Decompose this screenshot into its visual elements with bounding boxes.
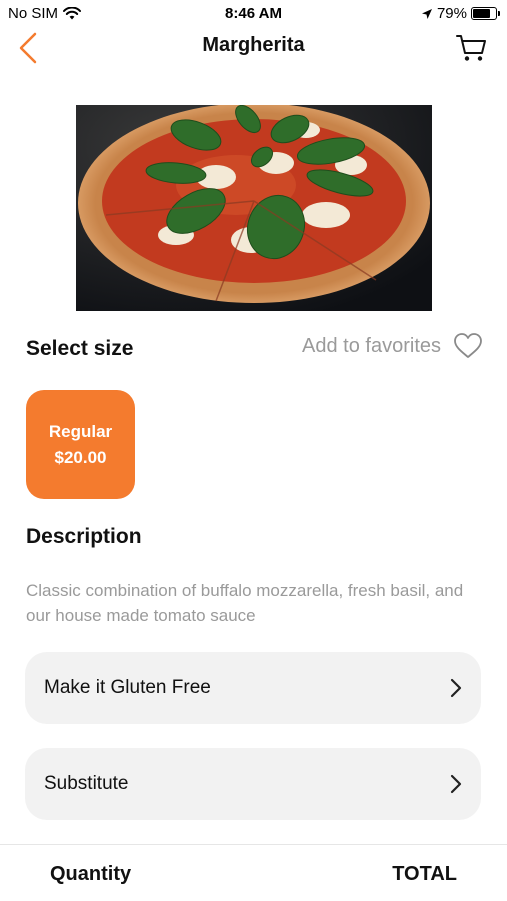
heart-icon xyxy=(454,333,482,358)
pizza-illustration xyxy=(76,105,432,311)
chevron-right-icon xyxy=(450,774,462,794)
chevron-right-icon xyxy=(450,678,462,698)
battery-percent: 79% xyxy=(436,5,467,22)
quantity-label: Quantity xyxy=(50,863,132,885)
size-price: $20.00 xyxy=(54,447,107,467)
battery-icon xyxy=(471,7,500,20)
description-text: Classic combination of buffalo mozzarell… xyxy=(26,581,464,625)
add-to-favorites-button[interactable]: Add to favorites xyxy=(302,332,483,360)
substitute-option[interactable]: Substitute xyxy=(25,748,481,820)
status-bar: No SIM 8:46 AM 79% xyxy=(0,0,507,28)
favorites-label: Add to favorites xyxy=(302,334,441,357)
cart-button[interactable] xyxy=(455,30,489,64)
description-heading: Description xyxy=(26,525,142,548)
location-arrow-icon xyxy=(421,8,432,19)
select-size-heading: Select size xyxy=(26,337,134,360)
cart-icon xyxy=(456,35,486,61)
option-label: Substitute xyxy=(44,773,129,794)
total-label: TOTAL xyxy=(392,863,457,885)
option-label: Make it Gluten Free xyxy=(44,677,211,698)
size-name: Regular xyxy=(48,421,113,441)
page-title: Margherita xyxy=(202,34,305,56)
gluten-free-option[interactable]: Make it Gluten Free xyxy=(25,652,481,724)
product-image xyxy=(76,105,432,311)
status-right: 79% xyxy=(421,5,500,22)
size-option-regular[interactable]: Regular $20.00 xyxy=(26,390,135,499)
